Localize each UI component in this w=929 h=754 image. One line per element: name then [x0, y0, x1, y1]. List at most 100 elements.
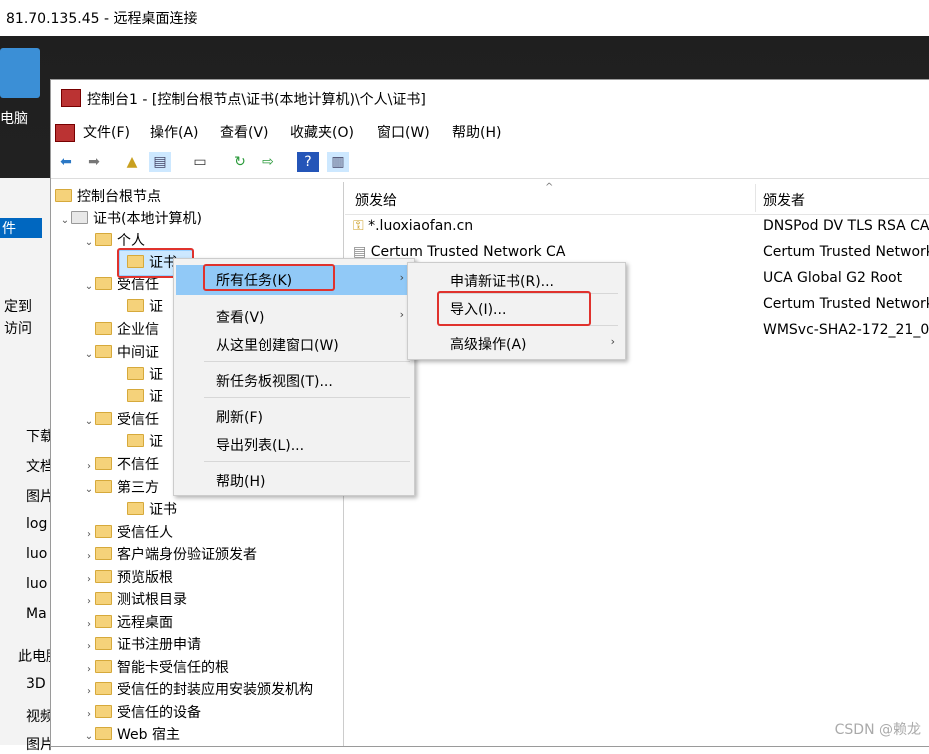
forward-arrow-icon[interactable]: ➡ — [83, 152, 105, 172]
tree-node[interactable]: › 测试根目录 — [83, 589, 187, 611]
chevron-right-icon: › — [399, 271, 404, 284]
folder-icon — [95, 233, 112, 246]
tree-node[interactable]: 证 — [127, 431, 163, 453]
tree-node[interactable]: 证 — [127, 386, 163, 408]
folder-icon — [95, 412, 112, 425]
tree-node[interactable]: › 受信任的设备 — [83, 702, 201, 724]
sort-indicator-icon: ^ — [545, 182, 554, 193]
mmc-system-menu-icon[interactable] — [55, 124, 75, 142]
chevron-right-icon[interactable]: › — [83, 456, 95, 478]
chevron-right-icon: › — [610, 335, 615, 348]
tree-node[interactable]: ⌄ Web 宿主 — [83, 724, 180, 746]
menu-item-refresh[interactable]: 刷新(F) — [216, 407, 263, 427]
tree-node[interactable]: 企业信 — [95, 319, 159, 341]
tree-node[interactable]: › 不信任 — [83, 454, 159, 476]
column-divider[interactable] — [755, 184, 756, 212]
explorer-access-label: 访问 — [4, 321, 32, 337]
chevron-right-icon[interactable]: › — [83, 569, 95, 591]
remote-desktop-titlebar: 81.70.135.45 - 远程桌面连接 — [0, 0, 929, 36]
tree-node[interactable]: ⌄ 证书(本地计算机) — [59, 208, 202, 230]
menu-window[interactable]: 窗口(W) — [377, 122, 430, 142]
folder-icon — [95, 705, 112, 718]
clipboard-icon[interactable]: ▭ — [189, 152, 211, 172]
chevron-down-icon[interactable]: ⌄ — [59, 210, 71, 232]
tree-node[interactable]: ⌄ 受信任 — [83, 409, 159, 431]
chevron-down-icon[interactable]: ⌄ — [83, 726, 95, 746]
folder-icon — [95, 480, 112, 493]
annotation-box-import — [437, 291, 591, 326]
export-list-icon[interactable]: ⇨ — [257, 152, 279, 172]
folder-icon — [95, 592, 112, 605]
explorer-tab-file[interactable]: 件 — [0, 218, 42, 238]
tree-node[interactable]: 证 — [127, 296, 163, 318]
tree-node[interactable]: › 受信任人 — [83, 522, 173, 544]
menu-separator — [204, 361, 410, 362]
tree-node[interactable]: 控制台根节点 — [55, 186, 161, 208]
tree-node[interactable]: › 远程桌面 — [83, 612, 173, 634]
chevron-right-icon[interactable]: › — [83, 524, 95, 546]
chevron-right-icon[interactable]: › — [83, 636, 95, 658]
menu-item-advanced[interactable]: 高级操作(A) — [450, 334, 527, 354]
menu-view[interactable]: 查看(V) — [220, 122, 269, 142]
column-header-issued-by[interactable]: 颁发者 — [763, 190, 805, 210]
chevron-down-icon[interactable]: ⌄ — [83, 411, 95, 433]
folder-icon — [95, 637, 112, 650]
column-header-issued-to[interactable]: 颁发给 — [355, 190, 397, 210]
chevron-down-icon[interactable]: ⌄ — [83, 232, 95, 254]
menu-item-request-certificate[interactable]: 申请新证书(R)... — [450, 271, 554, 291]
refresh-icon[interactable]: ↻ — [229, 152, 251, 172]
chevron-right-icon[interactable]: › — [83, 591, 95, 613]
tree-node[interactable]: › 智能卡受信任的根 — [83, 657, 229, 679]
mmc-app-icon — [61, 89, 81, 107]
folder-icon — [95, 727, 112, 740]
tree-node[interactable]: 证 — [127, 364, 163, 386]
mmc-menubar: 文件(F) 操作(A) 查看(V) 收藏夹(O) 窗口(W) 帮助(H) — [51, 118, 929, 146]
annotation-box-all-tasks — [203, 264, 335, 291]
folder-icon — [127, 389, 144, 402]
list-row-issuer: WMSvc-SHA2-172_21_0 — [763, 322, 929, 338]
tree-node[interactable]: › 客户端身份验证颁发者 — [83, 544, 257, 566]
folder-icon — [95, 457, 112, 470]
tree-node[interactable]: 证书 — [127, 499, 177, 521]
mmc-titlebar: 控制台1 - [控制台根节点\证书(本地计算机)\个人\证书] — [51, 80, 929, 116]
menu-item-export-list[interactable]: 导出列表(L)... — [216, 435, 304, 455]
remote-desktop-title: 81.70.135.45 - 远程桌面连接 — [6, 11, 198, 27]
menu-item-new-taskpad[interactable]: 新任务板视图(T)... — [216, 371, 333, 391]
chevron-down-icon[interactable]: ⌄ — [83, 479, 95, 501]
explorer-pin-label: 定到 — [4, 299, 32, 315]
list-row[interactable]: ⚿ *.luoxiaofan.cn — [353, 218, 473, 234]
chevron-right-icon[interactable]: › — [83, 546, 95, 568]
chevron-right-icon[interactable]: › — [83, 659, 95, 681]
menu-action[interactable]: 操作(A) — [150, 122, 199, 142]
folder-icon — [95, 615, 112, 628]
chevron-right-icon[interactable]: › — [83, 681, 95, 703]
chevron-down-icon[interactable]: ⌄ — [83, 344, 95, 366]
tree-node[interactable]: ⌄ 第三方 — [83, 477, 159, 499]
back-arrow-icon[interactable]: ⬅ — [55, 152, 77, 172]
menu-help[interactable]: 帮助(H) — [452, 122, 501, 142]
tree-node[interactable]: › 证书注册申请 — [83, 634, 201, 656]
tree-node[interactable]: › 预览版根 — [83, 567, 173, 589]
menu-item-new-window[interactable]: 从这里创建窗口(W) — [216, 335, 339, 355]
menu-item-view[interactable]: 查看(V) — [216, 307, 265, 327]
mmc-title: 控制台1 - [控制台根节点\证书(本地计算机)\个人\证书] — [87, 92, 426, 108]
tree-node[interactable]: ⌄ 中间证 — [83, 342, 159, 364]
up-folder-icon[interactable]: ▲ — [121, 152, 143, 172]
chevron-right-icon[interactable]: › — [83, 614, 95, 636]
menu-favorites[interactable]: 收藏夹(O) — [290, 122, 354, 142]
computer-icon[interactable] — [0, 48, 40, 98]
menu-file[interactable]: 文件(F) — [83, 122, 130, 142]
list-header — [345, 182, 929, 215]
menu-separator — [204, 461, 410, 462]
menu-item-help[interactable]: 帮助(H) — [216, 471, 265, 491]
help-icon[interactable]: ? — [297, 152, 319, 172]
watermark: CSDN @赖龙 — [834, 722, 921, 738]
list-row-issuer: Certum Trusted Network — [763, 244, 929, 260]
desktop-icon-label: 电脑 — [0, 111, 28, 127]
show-hide-tree-icon[interactable]: ▤ — [149, 152, 171, 172]
folder-icon — [127, 367, 144, 380]
action-pane-icon[interactable]: ▥ — [327, 152, 349, 172]
chevron-down-icon[interactable]: ⌄ — [83, 276, 95, 298]
chevron-right-icon[interactable]: › — [83, 704, 95, 726]
tree-node[interactable]: › 受信任的封装应用安装颁发机构 — [83, 679, 313, 701]
